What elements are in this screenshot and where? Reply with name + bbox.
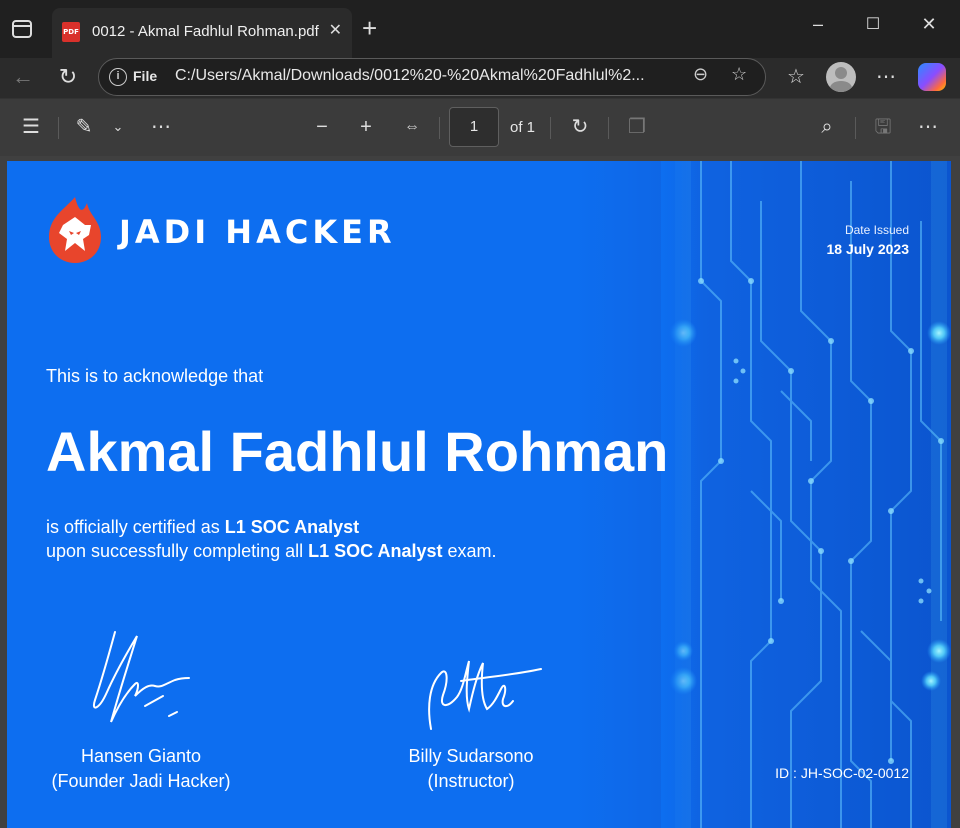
divider: [608, 117, 609, 139]
certification-line-2: upon successfully completing all L1 SOC …: [46, 541, 497, 562]
refresh-icon[interactable]: ↻: [53, 64, 83, 90]
chevron-down-icon[interactable]: ⌄: [104, 115, 132, 139]
tab-title: 0012 - Akmal Fadhlul Rohman.pdf: [92, 23, 319, 40]
address-bar[interactable]: i File C:/Users/Akmal/Downloads/0012%20-…: [98, 58, 766, 96]
fit-width-icon[interactable]: ⇔: [398, 115, 426, 139]
two-page-icon[interactable]: ❐: [623, 115, 651, 139]
signer-founder-role: (Founder Jadi Hacker): [51, 771, 231, 791]
copilot-icon[interactable]: [918, 63, 946, 91]
divider: [58, 117, 59, 139]
certificate-id: ID : JH-SOC-02-0012: [775, 765, 909, 781]
zoom-icon[interactable]: ⊖: [693, 64, 708, 85]
pdf-toolbar: ☰ ✎ ⌄ ⋯ − + ⇔ 1 of 1 ↻ ❐ ⌕ 🖫 ⋯: [0, 98, 960, 156]
close-icon[interactable]: ✕: [329, 20, 342, 40]
back-icon[interactable]: ←: [8, 64, 38, 90]
sidebar-icon[interactable]: [12, 20, 32, 38]
signer-founder-name: Hansen Gianto: [80, 746, 202, 766]
page-number-input[interactable]: 1: [449, 107, 499, 147]
minimize-icon[interactable]: –: [803, 14, 833, 35]
favorites-icon[interactable]: ☆: [782, 64, 810, 89]
signer-instructor-name: Billy Sudarsono: [408, 746, 534, 766]
date-issued-value: 18 July 2023: [826, 241, 909, 257]
contents-icon[interactable]: ☰: [17, 115, 45, 139]
certification-title: L1 SOC Analyst: [224, 517, 360, 537]
address-scheme-label: File: [133, 68, 158, 84]
exam-name: L1 SOC Analyst: [308, 541, 443, 561]
save-icon[interactable]: 🖫: [869, 115, 897, 139]
new-tab-icon[interactable]: +: [362, 14, 377, 42]
profile-avatar[interactable]: [826, 62, 856, 92]
more-icon[interactable]: ⋯: [147, 115, 175, 139]
signer-instructor-role: (Instructor): [427, 771, 515, 791]
more-icon[interactable]: ⋯: [872, 64, 900, 89]
divider: [439, 117, 440, 139]
certification-line-2-suffix: exam.: [442, 541, 497, 561]
address-bar-row: ← ↻ i File C:/Users/Akmal/Downloads/0012…: [0, 58, 960, 98]
date-issued-label: Date Issued: [844, 223, 909, 237]
zoom-out-icon[interactable]: −: [308, 115, 336, 139]
certification-line-1: is officially certified as L1 SOC Analys…: [46, 517, 359, 538]
maximize-icon[interactable]: ☐: [858, 14, 888, 34]
certificate-page: JADI HACKER Date Issued 18 July 2023 Thi…: [7, 161, 951, 828]
founder-signature: [93, 631, 190, 723]
window-close-icon[interactable]: ✕: [914, 14, 944, 35]
url-text[interactable]: C:/Users/Akmal/Downloads/0012%20-%20Akma…: [175, 67, 685, 85]
signer-instructor: Billy Sudarsono (Instructor): [379, 744, 563, 794]
info-icon[interactable]: i: [109, 68, 127, 86]
rotate-icon[interactable]: ↻: [566, 115, 594, 139]
certification-line-1-prefix: is officially certified as: [46, 517, 225, 537]
favorite-star-icon[interactable]: ☆: [731, 64, 747, 85]
browser-titlebar: PDF 0012 - Akmal Fadhlul Rohman.pdf ✕ + …: [0, 0, 960, 58]
zoom-in-icon[interactable]: +: [352, 115, 380, 139]
instructor-signature: [428, 660, 542, 730]
recipient-name: Akmal Fadhlul Rohman: [46, 420, 669, 483]
jadi-hacker-logo: [49, 197, 101, 263]
circuit-decoration: [661, 161, 951, 828]
divider: [550, 117, 551, 139]
more-icon[interactable]: ⋯: [914, 115, 942, 139]
divider: [855, 117, 856, 139]
pdf-file-icon: PDF: [62, 22, 80, 42]
pdf-viewer[interactable]: JADI HACKER Date Issued 18 July 2023 Thi…: [0, 156, 960, 828]
brand-name: JADI HACKER: [119, 213, 396, 251]
search-icon[interactable]: ⌕: [813, 115, 841, 139]
page-total-label: of 1: [510, 119, 536, 136]
browser-tab[interactable]: PDF 0012 - Akmal Fadhlul Rohman.pdf ✕: [52, 8, 352, 58]
draw-icon[interactable]: ✎: [70, 115, 98, 139]
signer-founder: Hansen Gianto (Founder Jadi Hacker): [39, 744, 243, 794]
certification-line-2-prefix: upon successfully completing all: [46, 541, 309, 561]
acknowledge-text: This is to acknowledge that: [46, 366, 264, 386]
